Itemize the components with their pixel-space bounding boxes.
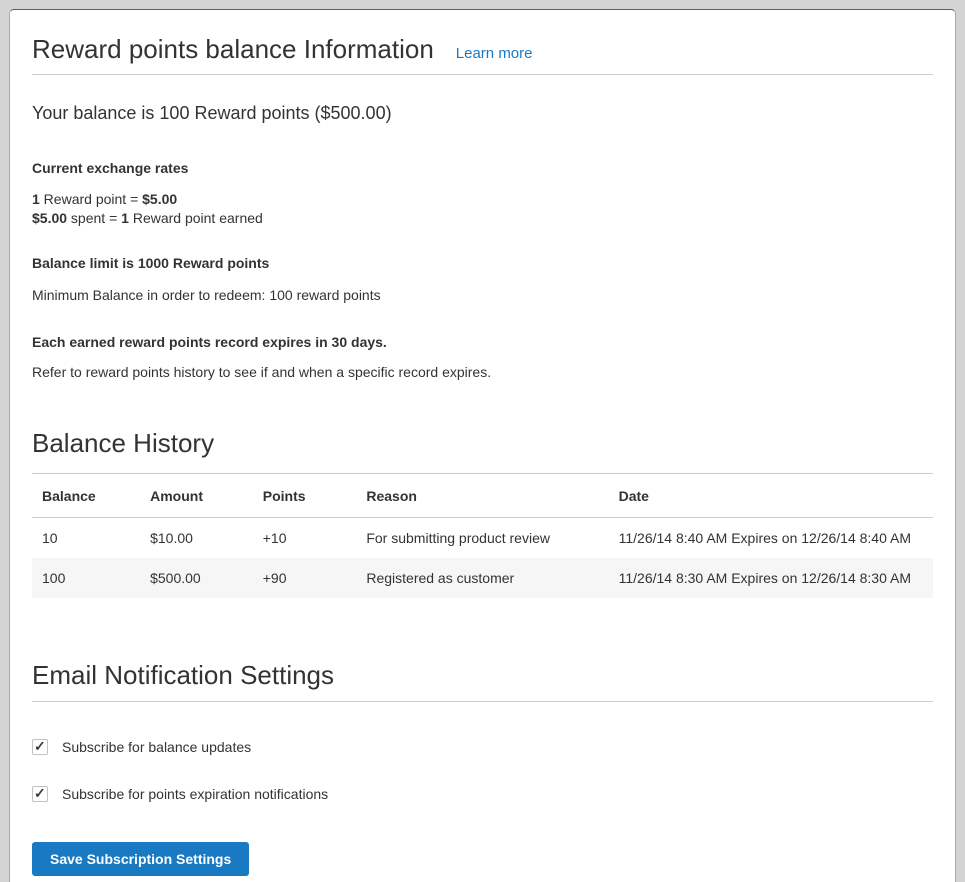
email-section-divider bbox=[32, 701, 933, 702]
balance-updates-option[interactable]: Subscribe for balance updates bbox=[32, 739, 933, 755]
balance-summary: Your balance is 100 Reward points ($500.… bbox=[32, 103, 933, 124]
learn-more-link[interactable]: Learn more bbox=[456, 45, 533, 62]
cell-date: 11/26/14 8:30 AM Expires on 12/26/14 8:3… bbox=[609, 558, 933, 598]
cell-amount: $500.00 bbox=[140, 558, 253, 598]
exchange-rate-spend-line: $5.00 spent = 1 Reward point earned bbox=[32, 210, 263, 226]
email-notification-settings-title: Email Notification Settings bbox=[32, 660, 933, 691]
expiration-notifications-checkbox[interactable] bbox=[32, 786, 48, 802]
cell-points: +90 bbox=[253, 558, 357, 598]
expiration-notifications-label[interactable]: Subscribe for points expiration notifica… bbox=[62, 786, 328, 802]
reward-points-panel: Reward points balance Information Learn … bbox=[9, 9, 956, 882]
column-header-date: Date bbox=[609, 474, 933, 518]
balance-limit-note: Balance limit is 1000 Reward points bbox=[32, 255, 933, 271]
balance-history-title: Balance History bbox=[32, 428, 933, 459]
minimum-balance-note: Minimum Balance in order to redeem: 100 … bbox=[32, 287, 933, 303]
cell-date: 11/26/14 8:40 AM Expires on 12/26/14 8:4… bbox=[609, 518, 933, 559]
column-header-balance: Balance bbox=[32, 474, 140, 518]
exchange-rates-heading: Current exchange rates bbox=[32, 160, 933, 176]
exchange-rates-lines: 1 Reward point = $5.00 $5.00 spent = 1 R… bbox=[32, 190, 933, 228]
cell-balance: 10 bbox=[32, 518, 140, 559]
column-header-amount: Amount bbox=[140, 474, 253, 518]
column-header-points: Points bbox=[253, 474, 357, 518]
column-header-reason: Reason bbox=[356, 474, 608, 518]
balance-updates-checkbox[interactable] bbox=[32, 739, 48, 755]
cell-amount: $10.00 bbox=[140, 518, 253, 559]
page-title: Reward points balance Information bbox=[32, 34, 434, 65]
cell-points: +10 bbox=[253, 518, 357, 559]
cell-reason: For submitting product review bbox=[356, 518, 608, 559]
balance-history-table: Balance Amount Points Reason Date 10 $10… bbox=[32, 473, 933, 598]
page-header: Reward points balance Information Learn … bbox=[32, 34, 933, 65]
expiration-notifications-option[interactable]: Subscribe for points expiration notifica… bbox=[32, 786, 933, 802]
exchange-rate-earn-line: 1 Reward point = $5.00 bbox=[32, 191, 177, 207]
table-row: 10 $10.00 +10 For submitting product rev… bbox=[32, 518, 933, 559]
table-header-row: Balance Amount Points Reason Date bbox=[32, 474, 933, 518]
table-row: 100 $500.00 +90 Registered as customer 1… bbox=[32, 558, 933, 598]
title-divider bbox=[32, 74, 933, 75]
save-subscription-settings-button[interactable]: Save Subscription Settings bbox=[32, 842, 249, 876]
expiration-hint: Refer to reward points history to see if… bbox=[32, 364, 933, 380]
expiration-note: Each earned reward points record expires… bbox=[32, 334, 933, 350]
cell-reason: Registered as customer bbox=[356, 558, 608, 598]
cell-balance: 100 bbox=[32, 558, 140, 598]
balance-updates-label[interactable]: Subscribe for balance updates bbox=[62, 739, 251, 755]
